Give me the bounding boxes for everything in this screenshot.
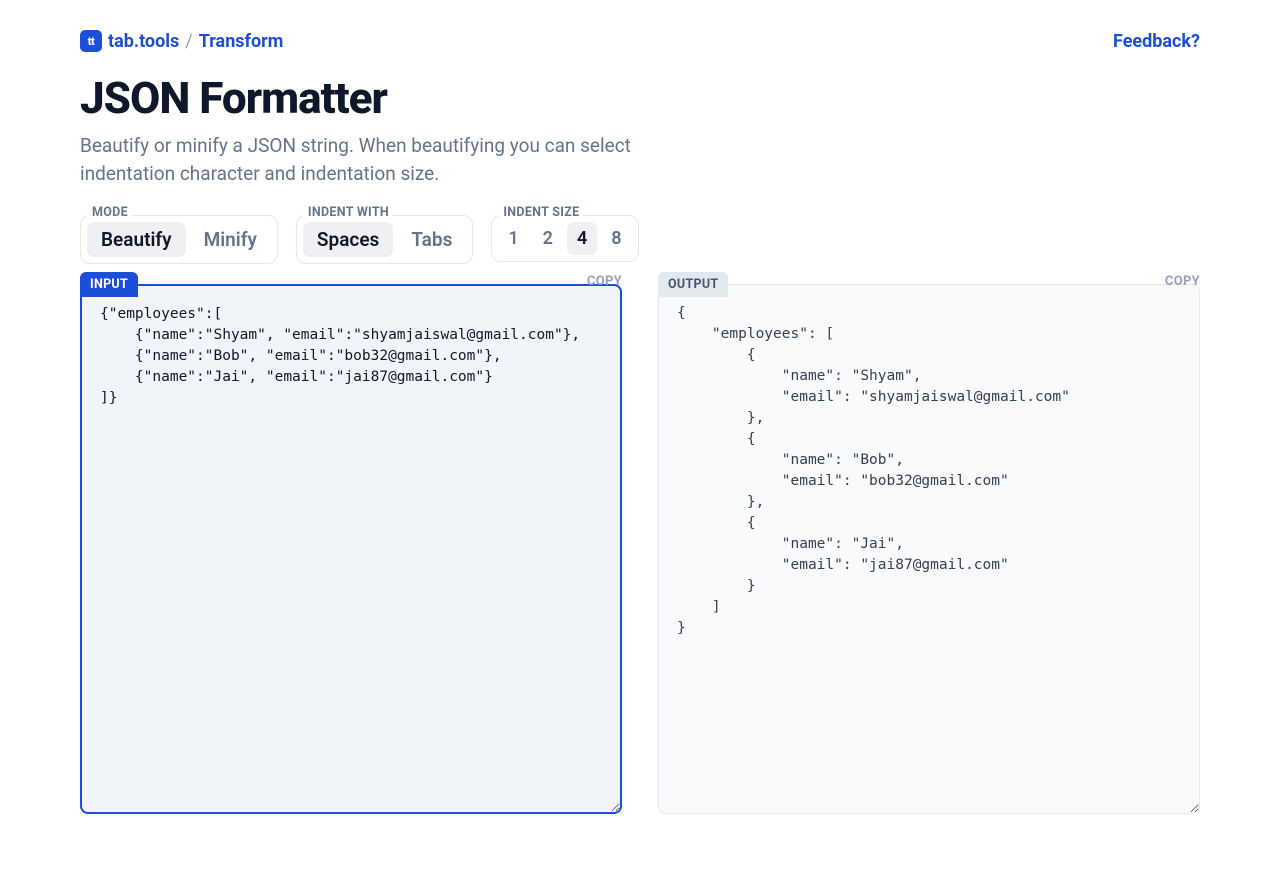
indent-with-segmented: Spaces Tabs (296, 215, 473, 264)
indent-with-tabs-button[interactable]: Tabs (397, 222, 466, 257)
indent-size-4-button[interactable]: 4 (567, 222, 597, 255)
input-tab-label: INPUT (80, 272, 138, 297)
page-subtitle: Beautify or minify a JSON string. When b… (80, 132, 720, 187)
mode-segmented: Beautify Minify (80, 215, 278, 264)
indent-size-2-button[interactable]: 2 (533, 222, 563, 255)
output-copy-button[interactable]: COPY (1165, 274, 1200, 289)
feedback-link[interactable]: Feedback? (1113, 31, 1200, 52)
mode-minify-button[interactable]: Minify (190, 222, 271, 257)
indent-size-group: INDENT SIZE 1 2 4 8 (491, 215, 638, 264)
input-copy-button[interactable]: COPY (587, 274, 622, 289)
breadcrumb-separator: / (185, 31, 192, 52)
mode-label: MODE (88, 205, 132, 220)
indent-with-label: INDENT WITH (304, 205, 393, 220)
page-title: JSON Formatter (80, 72, 1200, 124)
indent-with-spaces-button[interactable]: Spaces (303, 222, 393, 257)
input-pane: INPUT COPY (80, 284, 622, 818)
output-pane: OUTPUT COPY (658, 284, 1200, 818)
indent-size-8-button[interactable]: 8 (601, 222, 631, 255)
breadcrumb-current[interactable]: Transform (199, 31, 284, 52)
mode-beautify-button[interactable]: Beautify (87, 222, 186, 257)
indent-with-group: INDENT WITH Spaces Tabs (296, 215, 473, 264)
logo-icon: tt (80, 30, 102, 52)
input-textarea[interactable] (80, 284, 622, 814)
breadcrumb: tt tab.tools / Transform (80, 30, 283, 52)
mode-group: MODE Beautify Minify (80, 215, 278, 264)
output-textarea[interactable] (658, 284, 1200, 814)
output-tab-label: OUTPUT (658, 272, 728, 297)
indent-size-label: INDENT SIZE (499, 205, 583, 220)
brand-link[interactable]: tab.tools (108, 31, 179, 52)
indent-size-1-button[interactable]: 1 (498, 222, 528, 255)
indent-size-segmented: 1 2 4 8 (491, 215, 638, 262)
